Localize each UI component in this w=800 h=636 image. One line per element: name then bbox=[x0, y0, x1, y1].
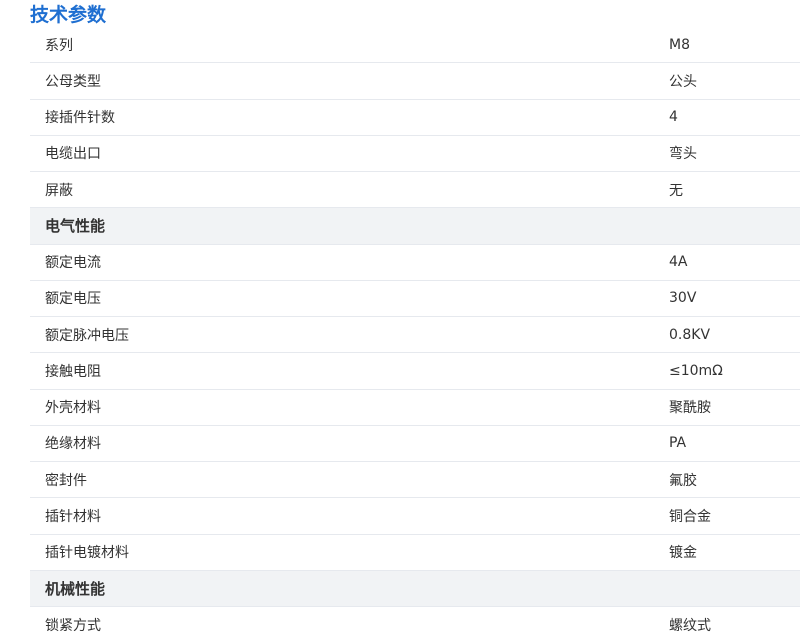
spec-label: 外壳材料 bbox=[45, 400, 101, 417]
spec-label: 接插件针数 bbox=[45, 110, 115, 127]
spec-label: 插针电镀材料 bbox=[45, 545, 129, 562]
section-title: 电气性能 bbox=[45, 217, 106, 236]
spec-label: 接触电阻 bbox=[45, 363, 101, 380]
spec-label: 绝缘材料 bbox=[45, 436, 101, 453]
spec-label: 额定电流 bbox=[45, 255, 101, 272]
spec-row: 额定电流 4A bbox=[30, 245, 800, 281]
spec-label: 插针材料 bbox=[45, 508, 101, 525]
spec-value: 聚酰胺 bbox=[669, 400, 711, 417]
spec-value: 0.8KV bbox=[669, 326, 711, 343]
spec-value: 镀金 bbox=[669, 545, 697, 562]
spec-row: 系列 M8 bbox=[30, 27, 800, 64]
page-title: 技术参数 bbox=[30, 4, 107, 26]
spec-value: PA bbox=[669, 435, 687, 452]
spec-label: 锁紧方式 bbox=[45, 617, 101, 634]
spec-table: 系列 M8 公母类型 公头接插件针数 4 电缆出口 弯头屏蔽 无电气性能额定电流 4A 额定电压 3… bbox=[30, 27, 800, 636]
spec-value: 公头 bbox=[669, 73, 697, 90]
spec-row: 外壳材料 聚酰胺 bbox=[30, 390, 800, 426]
spec-value: 4A bbox=[669, 254, 688, 271]
spec-label: 屏蔽 bbox=[45, 182, 73, 199]
spec-value: M8 bbox=[669, 36, 690, 53]
spec-label: 额定脉冲电压 bbox=[45, 327, 129, 344]
spec-value: 螺纹式 bbox=[669, 617, 711, 634]
spec-label: 系列 bbox=[45, 37, 73, 54]
spec-row: 锁紧方式 螺纹式 bbox=[30, 607, 800, 636]
section-header: 机械性能 bbox=[30, 570, 800, 607]
spec-value: 铜合金 bbox=[669, 508, 711, 525]
spec-value: 氟胶 bbox=[669, 472, 697, 489]
section-title: 机械性能 bbox=[45, 579, 106, 598]
spec-value: 无 bbox=[669, 182, 683, 199]
spec-row: 插针电镀材料 镀金 bbox=[30, 535, 800, 571]
spec-label: 额定电压 bbox=[45, 291, 101, 308]
spec-value: 弯头 bbox=[669, 146, 697, 163]
spec-label: 公母类型 bbox=[45, 73, 101, 90]
spec-label: 密封件 bbox=[45, 472, 87, 489]
spec-row: 插针材料 铜合金 bbox=[30, 498, 800, 535]
spec-value: 4 bbox=[669, 109, 678, 126]
spec-row: 额定脉冲电压 0.8KV bbox=[30, 317, 800, 354]
spec-row: 额定电压 30V bbox=[30, 281, 800, 317]
section-header: 电气性能 bbox=[30, 208, 800, 245]
spec-row: 接插件针数 4 bbox=[30, 100, 800, 136]
spec-row: 密封件 氟胶 bbox=[30, 462, 800, 499]
spec-label: 电缆出口 bbox=[45, 146, 101, 163]
spec-page: 技术参数 系列 M8 公母类型 公头接插件针数 4 电缆出口 弯头屏蔽 无电气性能额定电流 4A… bbox=[0, 0, 800, 636]
spec-value: 30V bbox=[669, 290, 697, 307]
spec-row: 绝缘材料 PA bbox=[30, 426, 800, 462]
spec-value: ≤10mΩ bbox=[669, 362, 723, 379]
spec-row: 公母类型 公头 bbox=[30, 63, 800, 100]
spec-row: 屏蔽 无 bbox=[30, 172, 800, 209]
spec-row: 接触电阻 ≤10mΩ bbox=[30, 353, 800, 390]
spec-row: 电缆出口 弯头 bbox=[30, 136, 800, 172]
